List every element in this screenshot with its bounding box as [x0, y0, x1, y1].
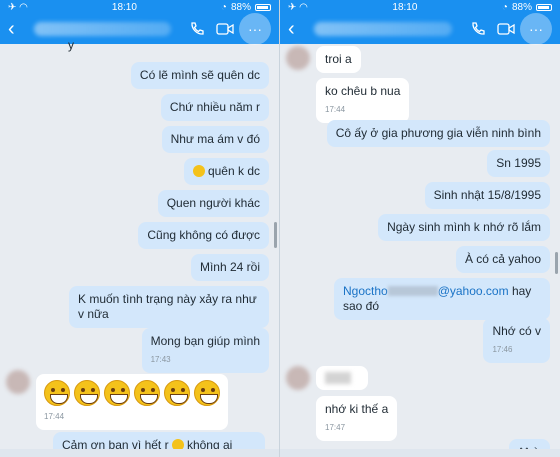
message-outgoing[interactable]: Sn 1995 — [487, 150, 550, 177]
grin-emoji-icon — [134, 380, 160, 406]
more-icon[interactable]: ··· — [239, 13, 271, 45]
message-outgoing[interactable]: Quen người khác — [157, 190, 269, 217]
video-icon[interactable] — [215, 19, 235, 39]
video-icon[interactable] — [496, 19, 516, 39]
airplane-icon: ✈ ◠ — [288, 1, 308, 13]
emoji-row — [44, 380, 220, 406]
message-outgoing[interactable]: Mong bạn giúp mình 17:43 — [141, 328, 269, 373]
message-incoming[interactable]: ko chêu b nua 17:44 — [316, 78, 410, 123]
battery-icon — [254, 3, 271, 11]
message-outgoing[interactable]: quên k dc — [183, 158, 269, 185]
grin-emoji-icon — [44, 380, 70, 406]
grin-emoji-icon — [104, 380, 130, 406]
grin-emoji-icon — [164, 380, 190, 406]
back-icon[interactable]: ‹ — [288, 19, 306, 39]
avatar[interactable] — [286, 46, 310, 70]
scrollbar[interactable] — [555, 252, 558, 274]
battery-percent: 88% — [230, 1, 251, 13]
status-time: 18:10 — [392, 1, 418, 13]
message-outgoing[interactable]: Ngày sinh mình k nhớ rõ lắm — [378, 214, 550, 241]
battery-percent: 88% — [511, 1, 532, 13]
status-bar: ✈ ◠ 18:10 ◔ 88% — [280, 0, 560, 14]
chat-header: ‹ ··· — [0, 13, 279, 45]
smile-emoji-icon — [192, 165, 205, 177]
input-bar[interactable] — [0, 449, 279, 457]
message-list[interactable]: y Có lẽ mình sẽ quên dc Chứ nhiều năm r … — [0, 38, 279, 457]
chat-pane-right: ✈ ◠ 18:10 ◔ 88% ‹ ··· troi a ko chêu b n… — [280, 0, 560, 457]
chat-pane-left: ✈ ◠ 18:10 ◔ 88% ‹ ··· y Có lẽ mình sẽ qu… — [0, 0, 280, 457]
message-time: 17:47 — [325, 423, 346, 432]
message-time: 17:46 — [492, 345, 513, 354]
message-outgoing[interactable]: Ngoctho @yahoo.com hay sao đó — [334, 278, 550, 320]
email-link[interactable]: Ngoctho @yahoo.com — [343, 284, 509, 298]
status-bar: ✈ ◠ 18:10 ◔ 88% — [0, 0, 279, 14]
message-list[interactable]: troi a ko chêu b nua 17:44 Cô ấy ở gia ph… — [280, 44, 560, 457]
avatar[interactable] — [6, 370, 30, 394]
message-outgoing[interactable]: K muốn tình trạng này xảy ra như v nữa — [69, 286, 269, 328]
more-icon[interactable]: ··· — [520, 13, 552, 45]
contact-name-blurred[interactable] — [34, 22, 171, 36]
message-time: 17:43 — [150, 355, 171, 364]
input-bar[interactable] — [280, 449, 560, 457]
contact-name-blurred[interactable] — [314, 22, 452, 36]
message-outgoing[interactable]: Sinh nhật 15/8/1995 — [424, 182, 550, 209]
grin-emoji-icon — [194, 380, 220, 406]
message-outgoing[interactable]: Mình 24 rồi — [190, 254, 269, 281]
message-outgoing[interactable]: Cũng không có được — [138, 222, 269, 249]
battery-icon — [535, 3, 552, 11]
message-time: 17:44 — [325, 105, 346, 114]
alarm-icon: ◔ — [501, 1, 508, 13]
partial-message: y — [68, 38, 74, 52]
message-incoming[interactable]: troi a — [316, 46, 361, 73]
message-outgoing[interactable]: À có cả yahoo — [455, 246, 550, 273]
alarm-icon: ◔ — [220, 1, 227, 13]
grin-emoji-icon — [74, 380, 100, 406]
chat-header: ‹ ··· — [280, 13, 560, 45]
message-time: 17:44 — [44, 412, 65, 421]
message-outgoing[interactable]: Có lẽ mình sẽ quên dc — [130, 62, 269, 89]
scrollbar[interactable] — [274, 222, 277, 248]
message-incoming-blurred[interactable] — [316, 366, 368, 390]
message-outgoing[interactable]: Chứ nhiều năm r — [160, 94, 269, 121]
email-blurred — [387, 286, 438, 296]
phone-icon[interactable] — [187, 19, 207, 39]
back-icon[interactable]: ‹ — [8, 19, 26, 39]
status-time: 18:10 — [111, 1, 137, 13]
phone-icon[interactable] — [468, 19, 488, 39]
message-outgoing[interactable]: Nhớ có v 17:46 — [483, 318, 550, 363]
avatar[interactable] — [286, 366, 310, 390]
airplane-icon: ✈ ◠ — [8, 1, 28, 13]
message-incoming-emoji[interactable]: 17:44 — [36, 374, 228, 430]
message-incoming[interactable]: nhớ ki thế a 17:47 — [316, 396, 398, 441]
message-outgoing[interactable]: Cô ấy ở gia phương gia viễn ninh bình — [326, 120, 550, 147]
message-outgoing[interactable]: Như ma ám v đó — [161, 126, 269, 153]
